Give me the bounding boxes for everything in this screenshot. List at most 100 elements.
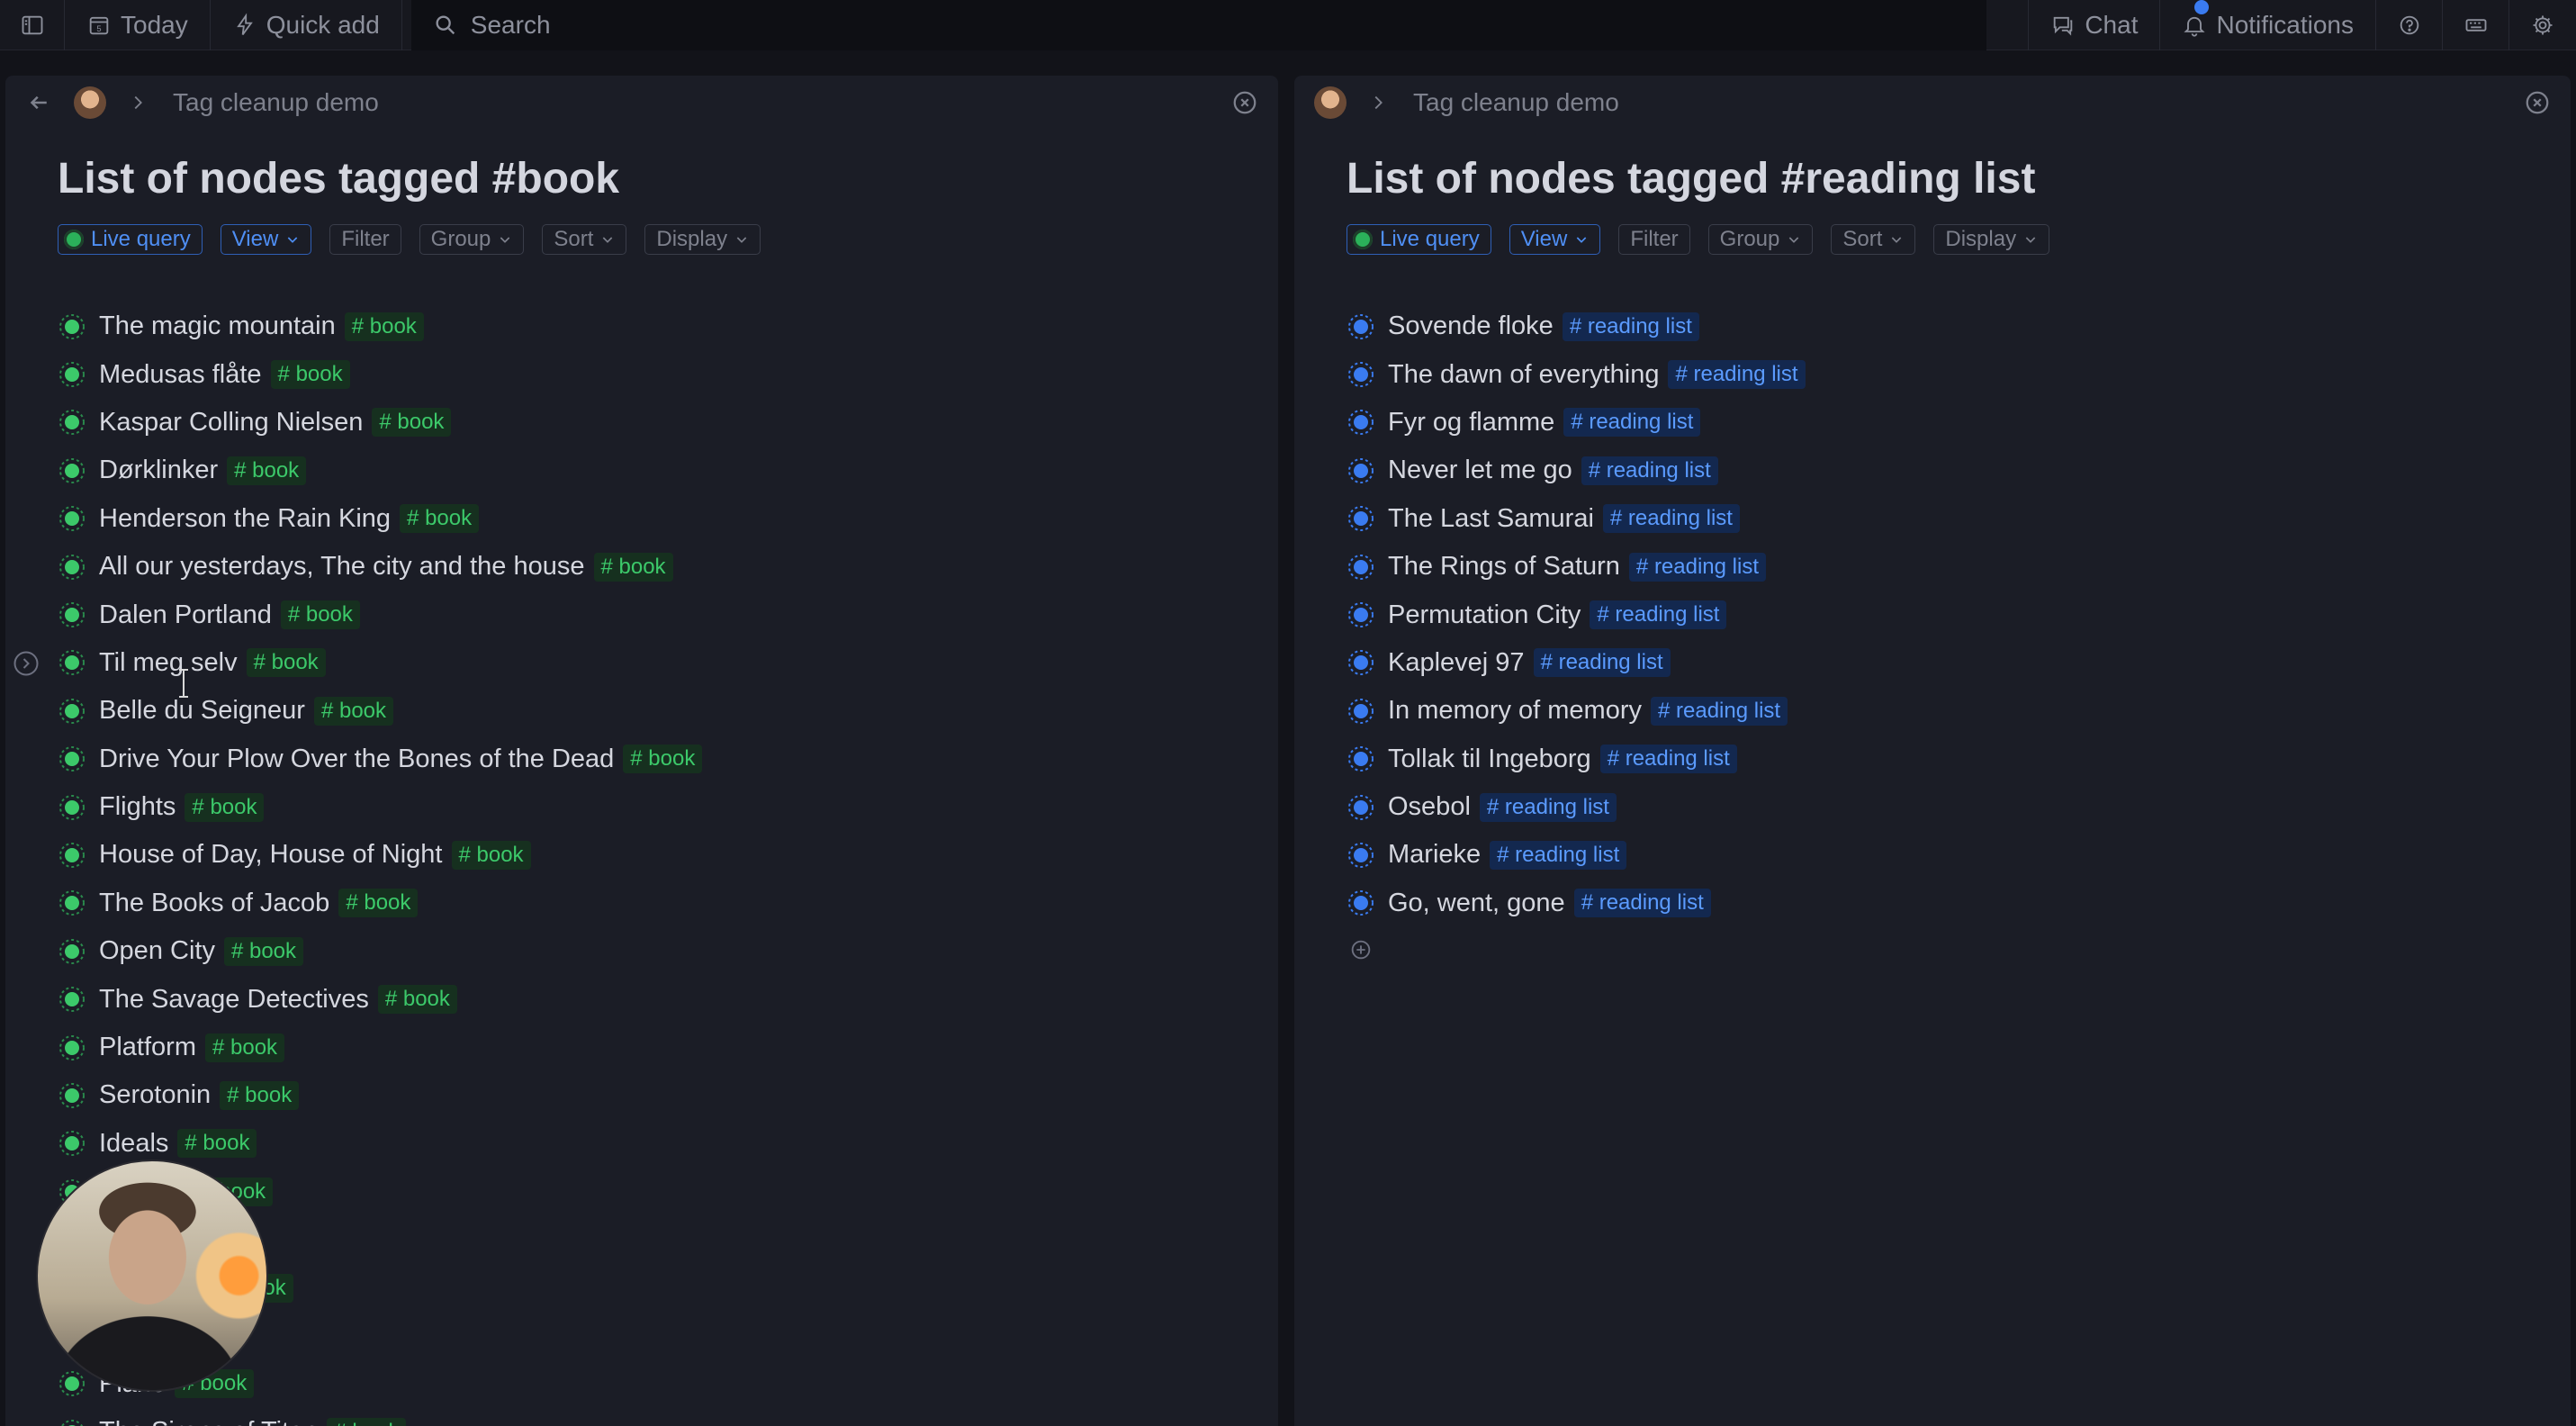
tag-badge[interactable]: # reading list bbox=[1573, 889, 1711, 918]
tag-badge[interactable]: # reading list bbox=[1599, 745, 1737, 774]
tag-badge[interactable]: # reading list bbox=[1581, 456, 1718, 485]
list-item[interactable]: Belle du Seigneur # book bbox=[58, 687, 1278, 735]
node-title[interactable]: The dawn of everything bbox=[1388, 360, 1659, 390]
tag-badge[interactable]: # book bbox=[220, 1080, 300, 1110]
tag-badge[interactable]: # book bbox=[623, 745, 703, 774]
list-item[interactable]: In memory of memory # reading list bbox=[1347, 687, 2571, 735]
list-item[interactable]: Go, went, gone # reading list bbox=[1347, 880, 2571, 927]
tag-badge[interactable]: # book bbox=[344, 311, 424, 341]
node-bullet-icon[interactable] bbox=[58, 745, 86, 773]
tag-badge[interactable]: # reading list bbox=[1479, 792, 1617, 822]
avatar[interactable] bbox=[1314, 86, 1347, 119]
node-bullet-icon[interactable] bbox=[58, 600, 86, 629]
node-bullet-icon[interactable] bbox=[58, 793, 86, 822]
list-item[interactable]: The magic mountain # book bbox=[58, 302, 1278, 350]
list-item[interactable]: Platform # book bbox=[58, 1024, 1278, 1071]
node-bullet-icon[interactable] bbox=[58, 312, 86, 341]
node-title[interactable]: Osebol bbox=[1388, 792, 1471, 822]
notifications-button[interactable]: Notifications bbox=[2160, 0, 2376, 50]
node-bullet-icon[interactable] bbox=[1347, 889, 1375, 917]
tag-badge[interactable]: # book bbox=[400, 504, 480, 534]
list-item[interactable]: Medusas flåte # book bbox=[58, 350, 1278, 398]
node-bullet-icon[interactable] bbox=[1347, 360, 1375, 389]
node-bullet-icon[interactable] bbox=[58, 1033, 86, 1062]
keyboard-shortcuts-button[interactable] bbox=[2443, 0, 2509, 50]
node-bullet-icon[interactable] bbox=[1347, 553, 1375, 582]
node-bullet-icon[interactable] bbox=[1347, 793, 1375, 822]
node-bullet-icon[interactable] bbox=[58, 697, 86, 726]
tag-badge[interactable]: # book bbox=[451, 840, 531, 870]
help-button[interactable] bbox=[2376, 0, 2443, 50]
back-arrow-icon[interactable] bbox=[25, 89, 52, 116]
tag-badge[interactable]: # reading list bbox=[1563, 408, 1701, 438]
tag-badge[interactable]: # book bbox=[327, 1417, 407, 1426]
chat-button[interactable]: Chat bbox=[2028, 0, 2161, 50]
list-item[interactable]: Kaspar Colling Nielsen # book bbox=[58, 399, 1278, 447]
node-title[interactable]: Sovende floke bbox=[1388, 311, 1554, 341]
node-title[interactable]: The Rings of Saturn bbox=[1388, 552, 1620, 582]
node-title[interactable]: Henderson the Rain King bbox=[99, 504, 391, 534]
tag-badge[interactable]: # book bbox=[246, 648, 326, 678]
node-title[interactable]: All our yesterdays, The city and the hou… bbox=[99, 552, 585, 582]
node-title[interactable]: Til meg selv bbox=[99, 648, 238, 678]
add-node-button[interactable] bbox=[1347, 927, 2571, 972]
node-title[interactable]: In memory of memory bbox=[1388, 696, 1642, 726]
node-bullet-icon[interactable] bbox=[58, 456, 86, 485]
node-bullet-icon[interactable] bbox=[1347, 312, 1375, 341]
sort-dropdown[interactable]: Sort bbox=[542, 224, 627, 255]
today-button[interactable]: 5 Today bbox=[65, 0, 211, 50]
list-item[interactable]: Flights # book bbox=[58, 783, 1278, 831]
tag-badge[interactable]: # reading list bbox=[1490, 840, 1627, 870]
tag-badge[interactable]: # book bbox=[204, 1033, 285, 1062]
node-title[interactable]: Go, went, gone bbox=[1388, 889, 1565, 918]
node-title[interactable]: Serotonin bbox=[99, 1080, 211, 1110]
list-item[interactable]: All our yesterdays, The city and the hou… bbox=[58, 543, 1278, 591]
list-item[interactable]: The Rings of Saturn # reading list bbox=[1347, 543, 2571, 591]
tag-badge[interactable]: # book bbox=[223, 936, 304, 966]
close-icon[interactable] bbox=[1231, 89, 1258, 116]
search-input[interactable]: Search bbox=[410, 0, 1986, 50]
node-title[interactable]: Flights bbox=[99, 792, 176, 822]
view-dropdown[interactable]: View bbox=[1509, 224, 1601, 255]
tag-badge[interactable]: # book bbox=[377, 985, 457, 1015]
node-title[interactable]: Kaspar Colling Nielsen bbox=[99, 408, 363, 438]
sort-dropdown[interactable]: Sort bbox=[1831, 224, 1916, 255]
node-title[interactable]: Fyr og flamme bbox=[1388, 408, 1554, 438]
node-bullet-icon[interactable] bbox=[1347, 456, 1375, 485]
node-title[interactable]: Permutation City bbox=[1388, 600, 1581, 630]
node-title[interactable]: Tollak til Ingeborg bbox=[1388, 745, 1591, 774]
node-title[interactable]: The Sirens of Titan bbox=[99, 1417, 318, 1426]
node-title[interactable]: Dørklinker bbox=[99, 456, 218, 485]
list-item[interactable]: Never let me go # reading list bbox=[1347, 447, 2571, 494]
filter-button[interactable]: Filter bbox=[329, 224, 401, 255]
node-bullet-icon[interactable] bbox=[58, 360, 86, 389]
node-title[interactable]: Drive Your Plow Over the Bones of the De… bbox=[99, 745, 614, 774]
display-dropdown[interactable]: Display bbox=[1933, 224, 2050, 255]
node-bullet-icon[interactable] bbox=[58, 1418, 86, 1426]
node-bullet-icon[interactable] bbox=[58, 1129, 86, 1158]
list-item[interactable]: The Savage Detectives # book bbox=[58, 975, 1278, 1023]
list-item[interactable]: The dawn of everything # reading list bbox=[1347, 350, 2571, 398]
node-bullet-icon[interactable] bbox=[58, 504, 86, 533]
node-bullet-icon[interactable] bbox=[58, 408, 86, 437]
tag-badge[interactable]: # reading list bbox=[1533, 648, 1671, 678]
filter-button[interactable]: Filter bbox=[1618, 224, 1690, 255]
tag-badge[interactable]: # reading list bbox=[1628, 552, 1766, 582]
list-item[interactable]: Henderson the Rain King # book bbox=[58, 495, 1278, 543]
node-title[interactable]: Ideals bbox=[99, 1129, 168, 1159]
list-item[interactable]: Dalen Portland # book bbox=[58, 591, 1278, 638]
group-dropdown[interactable]: Group bbox=[1707, 224, 1814, 255]
tag-badge[interactable]: # book bbox=[313, 696, 394, 726]
node-title[interactable]: Medusas flåte bbox=[99, 360, 262, 390]
node-title[interactable]: House of Day, House of Night bbox=[99, 840, 443, 870]
node-title[interactable]: Kaplevej 97 bbox=[1388, 648, 1525, 678]
list-item[interactable]: Ideals # book bbox=[58, 1120, 1278, 1168]
list-item[interactable]: House of Day, House of Night # book bbox=[58, 831, 1278, 879]
quick-add-button[interactable]: Quick add bbox=[211, 0, 402, 50]
node-title[interactable]: The Books of Jacob bbox=[99, 889, 329, 918]
group-dropdown[interactable]: Group bbox=[419, 224, 525, 255]
breadcrumb[interactable]: Tag cleanup demo bbox=[173, 88, 379, 117]
node-bullet-icon[interactable] bbox=[1347, 648, 1375, 677]
node-bullet-icon[interactable] bbox=[1347, 697, 1375, 726]
view-dropdown[interactable]: View bbox=[220, 224, 312, 255]
